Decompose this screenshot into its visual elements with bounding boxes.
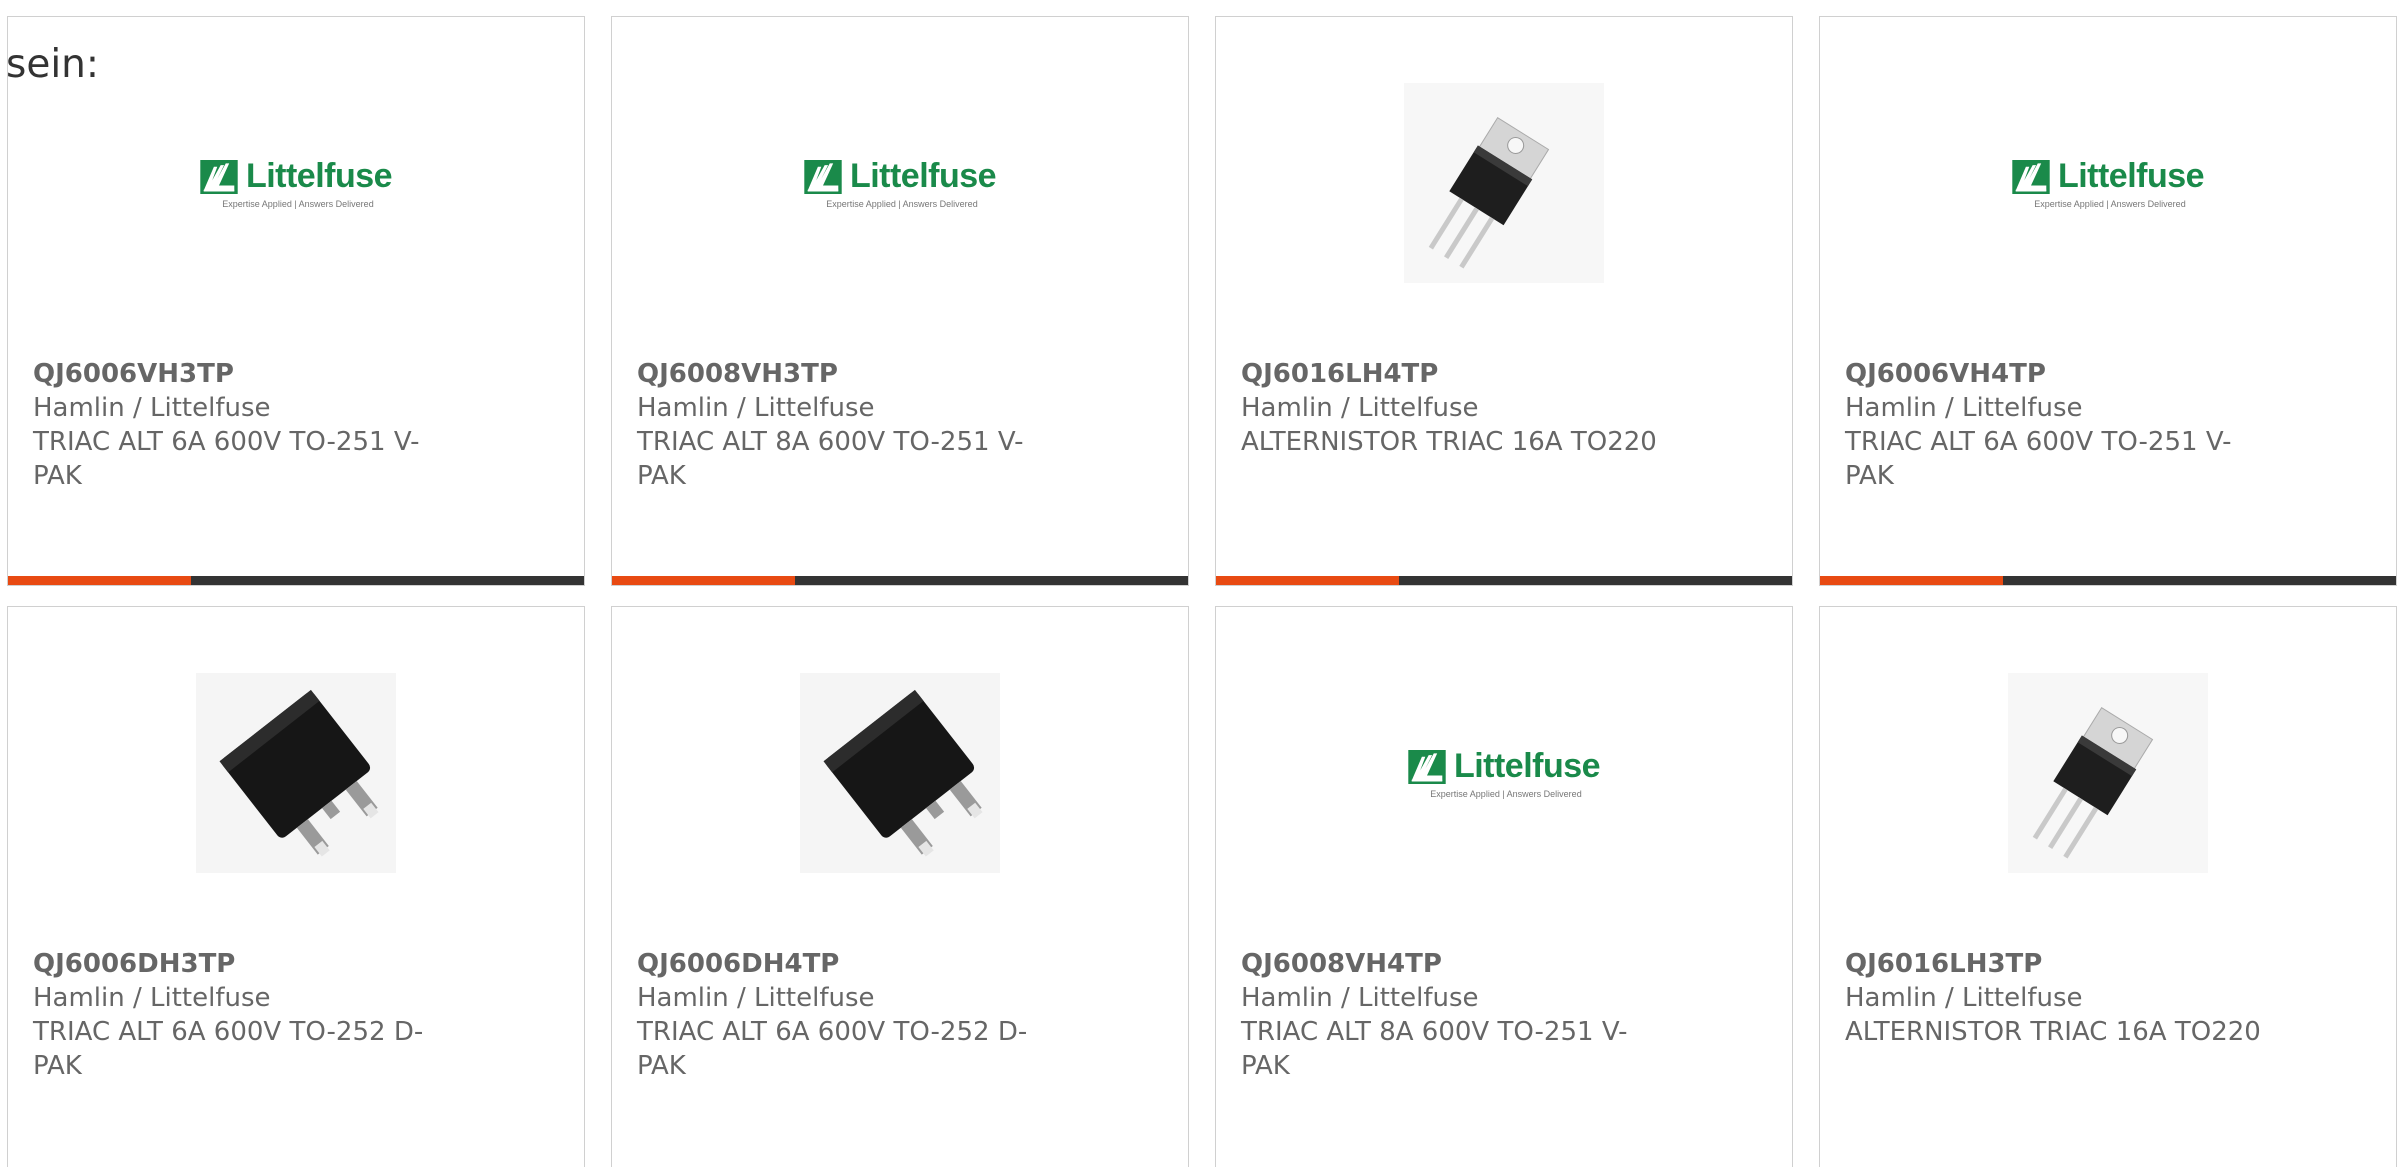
logo-tagline: Expertise Applied | Answers Delivered <box>1430 789 1582 799</box>
card-accent-bar <box>612 576 795 585</box>
product-info: QJ6016LH4TP Hamlin / Littelfuse ALTERNIS… <box>1241 357 1671 459</box>
product-card[interactable]: QJ6006DH4TP Hamlin / Littelfuse TRIAC AL… <box>611 606 1189 1167</box>
manufacturer-name: Hamlin / Littelfuse <box>33 983 271 1013</box>
product-image[interactable] <box>196 673 396 873</box>
part-number-link[interactable]: QJ6016LH4TP <box>1241 357 1671 391</box>
card-bottom-bar <box>1216 576 1792 585</box>
part-number-link[interactable]: QJ6006DH3TP <box>33 947 463 981</box>
product-description-line2: PAK <box>637 461 686 491</box>
littelfuse-mark-icon <box>200 160 238 194</box>
part-number-link[interactable]: QJ6006VH4TP <box>1845 357 2275 391</box>
product-card[interactable]: Littelfuse Expertise Applied | Answers D… <box>7 16 585 586</box>
product-card[interactable]: QJ6016LH3TP Hamlin / Littelfuse ALTERNIS… <box>1819 606 2397 1167</box>
product-info: QJ6006VH4TP Hamlin / Littelfuse TRIAC AL… <box>1845 357 2275 493</box>
product-card[interactable]: QJ6016LH4TP Hamlin / Littelfuse ALTERNIS… <box>1215 16 1793 586</box>
product-description-line2: PAK <box>1241 1051 1290 1081</box>
product-card[interactable]: QJ6006DH3TP Hamlin / Littelfuse TRIAC AL… <box>7 606 585 1167</box>
littelfuse-logo: Littelfuse Expertise Applied | Answers D… <box>804 157 997 209</box>
product-image[interactable]: Littelfuse Expertise Applied | Answers D… <box>800 83 1000 283</box>
part-number-link[interactable]: QJ6008VH3TP <box>637 357 1067 391</box>
product-description-line1: TRIAC ALT 6A 600V TO-251 V- <box>33 427 420 457</box>
manufacturer-name: Hamlin / Littelfuse <box>1845 983 2083 1013</box>
product-info: QJ6006VH3TP Hamlin / Littelfuse TRIAC AL… <box>33 357 463 493</box>
product-info: QJ6008VH4TP Hamlin / Littelfuse TRIAC AL… <box>1241 947 1671 1083</box>
card-bottom-bar <box>1820 576 2396 585</box>
product-description-line1: TRIAC ALT 6A 600V TO-251 V- <box>1845 427 2232 457</box>
product-image[interactable] <box>800 673 1000 873</box>
logo-wordmark: Littelfuse <box>849 157 997 195</box>
product-grid-page: sein: Littelfuse Expertise Applied | Ans… <box>0 0 2400 1167</box>
product-description-line1: TRIAC ALT 6A 600V TO-252 D- <box>33 1017 424 1047</box>
littelfuse-mark-icon <box>1408 750 1446 784</box>
product-image[interactable]: Littelfuse Expertise Applied | Answers D… <box>2008 83 2208 283</box>
product-image[interactable] <box>2008 673 2208 873</box>
part-number-link[interactable]: QJ6006VH3TP <box>33 357 463 391</box>
product-image[interactable] <box>1404 83 1604 283</box>
part-number-link[interactable]: QJ6008VH4TP <box>1241 947 1671 981</box>
intro-text: sein: <box>6 42 100 87</box>
logo-tagline: Expertise Applied | Answers Delivered <box>826 199 978 209</box>
product-description-line1: TRIAC ALT 8A 600V TO-251 V- <box>1241 1017 1628 1047</box>
product-image[interactable]: Littelfuse Expertise Applied | Answers D… <box>1404 673 1604 873</box>
part-number-link[interactable]: QJ6006DH4TP <box>637 947 1067 981</box>
manufacturer-name: Hamlin / Littelfuse <box>1241 393 1479 423</box>
to220-package-image <box>2008 673 2208 873</box>
manufacturer-name: Hamlin / Littelfuse <box>637 983 875 1013</box>
product-info: QJ6016LH3TP Hamlin / Littelfuse ALTERNIS… <box>1845 947 2275 1049</box>
logo-tagline: Expertise Applied | Answers Delivered <box>222 199 374 209</box>
product-info: QJ6006DH3TP Hamlin / Littelfuse TRIAC AL… <box>33 947 463 1083</box>
product-description-line1: TRIAC ALT 8A 600V TO-251 V- <box>637 427 1024 457</box>
logo-wordmark: Littelfuse <box>2057 157 2205 195</box>
card-accent-bar <box>1216 576 1399 585</box>
product-card[interactable]: Littelfuse Expertise Applied | Answers D… <box>611 16 1189 586</box>
part-number-link[interactable]: QJ6016LH3TP <box>1845 947 2275 981</box>
logo-tagline: Expertise Applied | Answers Delivered <box>2034 199 2186 209</box>
littelfuse-logo: Littelfuse Expertise Applied | Answers D… <box>1408 747 1601 799</box>
dpak-package-image <box>800 673 1000 873</box>
card-bottom-bar <box>8 576 584 585</box>
littelfuse-logo: Littelfuse Expertise Applied | Answers D… <box>2012 157 2205 209</box>
product-info: QJ6006DH4TP Hamlin / Littelfuse TRIAC AL… <box>637 947 1067 1083</box>
card-accent-bar <box>8 576 191 585</box>
product-description-line2: PAK <box>33 1051 82 1081</box>
product-card[interactable]: Littelfuse Expertise Applied | Answers D… <box>1215 606 1793 1167</box>
product-image[interactable]: Littelfuse Expertise Applied | Answers D… <box>196 83 396 283</box>
product-card[interactable]: Littelfuse Expertise Applied | Answers D… <box>1819 16 2397 586</box>
card-bottom-bar <box>612 576 1188 585</box>
to220-package-image <box>1404 83 1604 283</box>
product-description-line2: PAK <box>33 461 82 491</box>
manufacturer-name: Hamlin / Littelfuse <box>33 393 271 423</box>
product-description-line2: PAK <box>637 1051 686 1081</box>
logo-wordmark: Littelfuse <box>1453 747 1601 785</box>
product-description-line1: ALTERNISTOR TRIAC 16A TO220 <box>1845 1017 2261 1047</box>
product-description-line1: TRIAC ALT 6A 600V TO-252 D- <box>637 1017 1028 1047</box>
dpak-package-image <box>196 673 396 873</box>
product-description-line1: ALTERNISTOR TRIAC 16A TO220 <box>1241 427 1657 457</box>
card-accent-bar <box>1820 576 2003 585</box>
littelfuse-mark-icon <box>2012 160 2050 194</box>
manufacturer-name: Hamlin / Littelfuse <box>1241 983 1479 1013</box>
product-info: QJ6008VH3TP Hamlin / Littelfuse TRIAC AL… <box>637 357 1067 493</box>
littelfuse-mark-icon <box>804 160 842 194</box>
littelfuse-logo: Littelfuse Expertise Applied | Answers D… <box>200 157 393 209</box>
manufacturer-name: Hamlin / Littelfuse <box>1845 393 2083 423</box>
logo-wordmark: Littelfuse <box>245 157 393 195</box>
manufacturer-name: Hamlin / Littelfuse <box>637 393 875 423</box>
product-description-line2: PAK <box>1845 461 1894 491</box>
